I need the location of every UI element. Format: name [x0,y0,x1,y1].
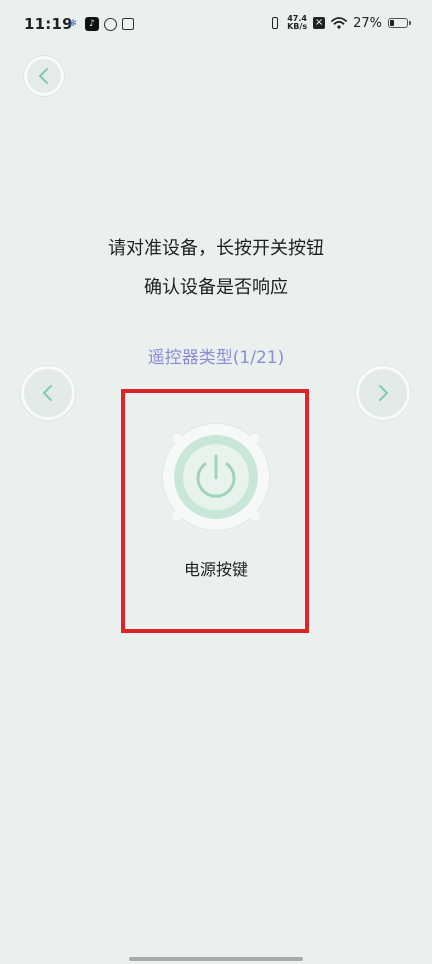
chevron-left-icon [43,385,52,401]
box-icon [122,18,134,30]
swirl-icon [104,17,117,31]
power-button-face [174,435,258,519]
power-icon [183,444,249,510]
instruction-line-1: 请对准设备，长按开关按钮 [108,238,324,259]
battery-fill [390,20,394,26]
vibrate-icon [269,16,281,30]
close-box-icon: × [313,17,326,29]
battery-icon [388,18,411,28]
tiktok-icon: ♪ [85,17,99,31]
battery-percent: 27% [353,15,382,31]
power-button-notch [173,434,181,442]
net-speed: 47.4 KB/s [287,15,307,31]
home-indicator[interactable] [129,957,303,961]
previous-type-button[interactable] [21,366,75,420]
power-button-notch [251,512,259,520]
power-button-notch [251,434,259,442]
back-button[interactable] [24,56,64,96]
next-type-button[interactable] [356,366,410,420]
wifi-icon [331,17,347,29]
status-right-icons: 47.4 KB/s × 27% [269,15,411,31]
instruction-line-2: 确认设备是否响应 [144,277,288,298]
power-button[interactable] [163,424,269,530]
power-button-label: 电源按键 [183,560,248,579]
gear-icon: ✻ [69,18,77,29]
status-bar: 11:19 ✻ ♪ 47.4 KB/s × 27% [0,0,432,52]
chevron-left-icon [39,68,48,84]
status-left-icons: ✻ ♪ [66,17,134,31]
chevron-right-icon [379,385,388,401]
remote-type-label: 遥控器类型(1/21) [147,348,285,368]
power-button-notch [173,512,181,520]
net-speed-unit: KB/s [287,22,308,31]
